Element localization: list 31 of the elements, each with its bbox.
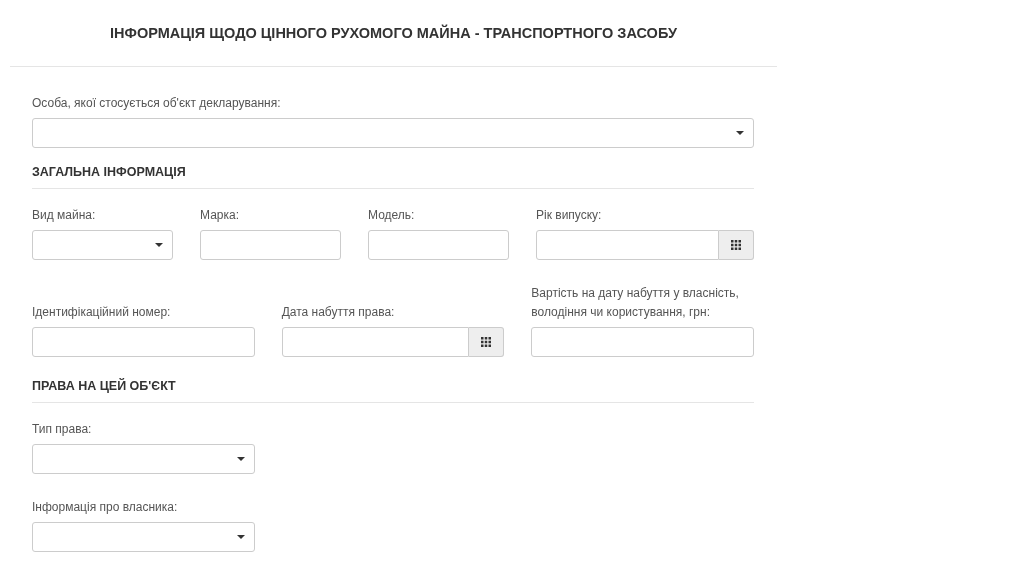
caret-icon bbox=[236, 535, 245, 539]
field-label: Дата набуття права: bbox=[281, 304, 396, 321]
grid-icon bbox=[731, 240, 741, 250]
field-label: Вартість на дату набуття у власність, володіння чи користування, грн: bbox=[531, 285, 740, 321]
input-field[interactable] bbox=[32, 327, 255, 357]
field-label: Вид майна: bbox=[32, 207, 97, 224]
field-label: Особа, якої стосується об'єкт декларування: bbox=[32, 95, 282, 112]
caret-icon bbox=[236, 457, 245, 461]
input-field[interactable] bbox=[368, 230, 509, 260]
input-field[interactable] bbox=[200, 230, 341, 260]
field-label: Ідентифікаційний номер: bbox=[32, 304, 172, 321]
dropdown-field[interactable] bbox=[32, 444, 255, 474]
caret-icon bbox=[155, 243, 163, 247]
form-title: ІНФОРМАЦІЯ ЩОДО ЦІННОГО РУХОМОГО МАЙНА - ТРАНСПОРТНОГО ЗАСОБУ bbox=[110, 25, 677, 41]
section-heading: ПРАВА НА ЦЕЙ ОБ'ЄКТ bbox=[32, 379, 754, 403]
dropdown-field[interactable] bbox=[32, 522, 255, 552]
field-label: Рік випуску: bbox=[536, 207, 603, 224]
date-field[interactable] bbox=[281, 327, 470, 357]
grid-icon bbox=[481, 337, 492, 347]
field-label: Марка: bbox=[200, 207, 240, 224]
calendar-button[interactable] bbox=[469, 327, 505, 357]
input-field[interactable] bbox=[531, 327, 754, 357]
date-field[interactable] bbox=[536, 230, 719, 260]
calendar-button[interactable] bbox=[719, 230, 754, 260]
dropdown-field[interactable] bbox=[32, 230, 173, 260]
field-label: Тип права: bbox=[32, 421, 93, 438]
field-label: Інформація про власника: bbox=[32, 499, 179, 516]
dropdown-field[interactable] bbox=[32, 118, 754, 148]
caret-icon bbox=[736, 131, 744, 135]
field-label: Модель: bbox=[368, 207, 416, 224]
section-heading: ЗАГАЛЬНА ІНФОРМАЦІЯ bbox=[32, 165, 754, 189]
